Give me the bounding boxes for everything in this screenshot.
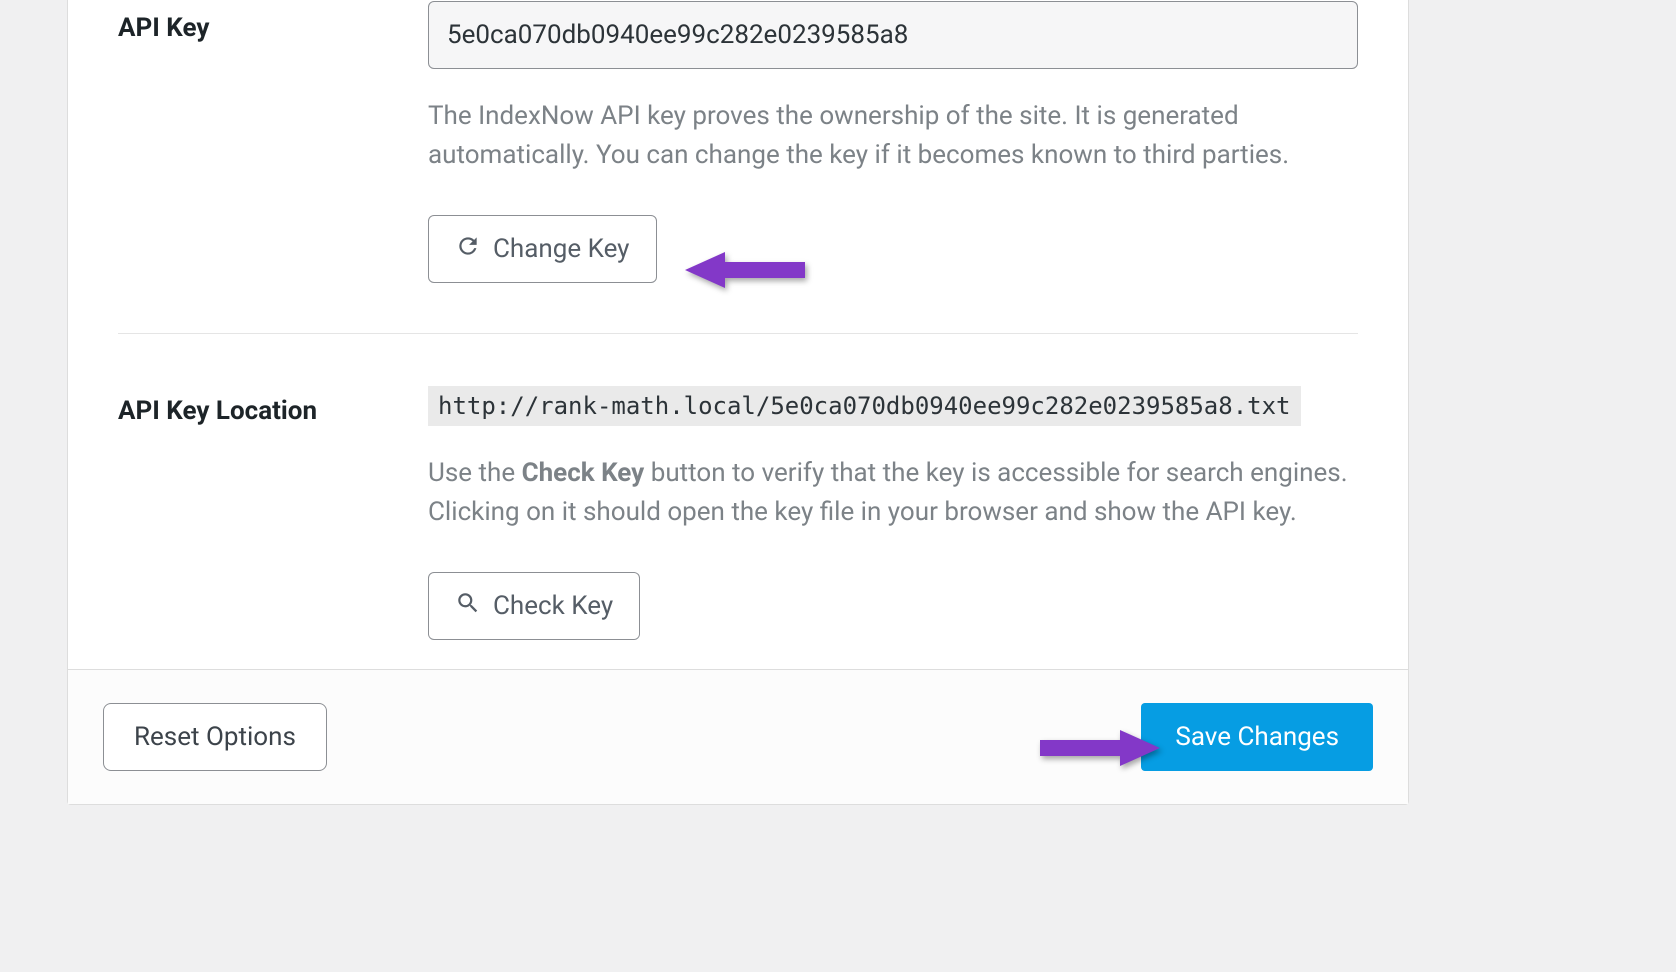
row-api-key: API Key The IndexNow API key proves the … xyxy=(118,0,1358,334)
check-key-label: Check Key xyxy=(493,591,613,621)
api-key-help: The IndexNow API key proves the ownershi… xyxy=(428,97,1358,175)
field-col: http://rank-math.local/5e0ca070db0940ee9… xyxy=(428,384,1358,640)
api-key-input[interactable] xyxy=(428,1,1358,69)
label-col: API Key Location xyxy=(118,384,428,640)
row-api-key-location: API Key Location http://rank-math.local/… xyxy=(118,334,1358,690)
api-key-location-label: API Key Location xyxy=(118,396,428,426)
search-icon xyxy=(455,590,481,623)
settings-panel: API Key The IndexNow API key proves the … xyxy=(67,0,1409,805)
field-col: The IndexNow API key proves the ownershi… xyxy=(428,1,1358,283)
reset-options-button[interactable]: Reset Options xyxy=(103,703,327,771)
api-key-location-help: Use the Check Key button to verify that … xyxy=(428,454,1358,532)
api-key-location-url: http://rank-math.local/5e0ca070db0940ee9… xyxy=(428,386,1301,426)
check-key-button[interactable]: Check Key xyxy=(428,572,640,640)
api-key-label: API Key xyxy=(118,13,428,43)
save-changes-button[interactable]: Save Changes xyxy=(1141,703,1373,771)
help-pre: Use the xyxy=(428,458,522,488)
help-bold: Check Key xyxy=(522,458,645,488)
footer: Reset Options Save Changes xyxy=(68,669,1408,804)
change-key-button[interactable]: Change Key xyxy=(428,215,657,283)
refresh-icon xyxy=(455,233,481,266)
change-key-label: Change Key xyxy=(493,234,630,264)
label-col: API Key xyxy=(118,1,428,283)
